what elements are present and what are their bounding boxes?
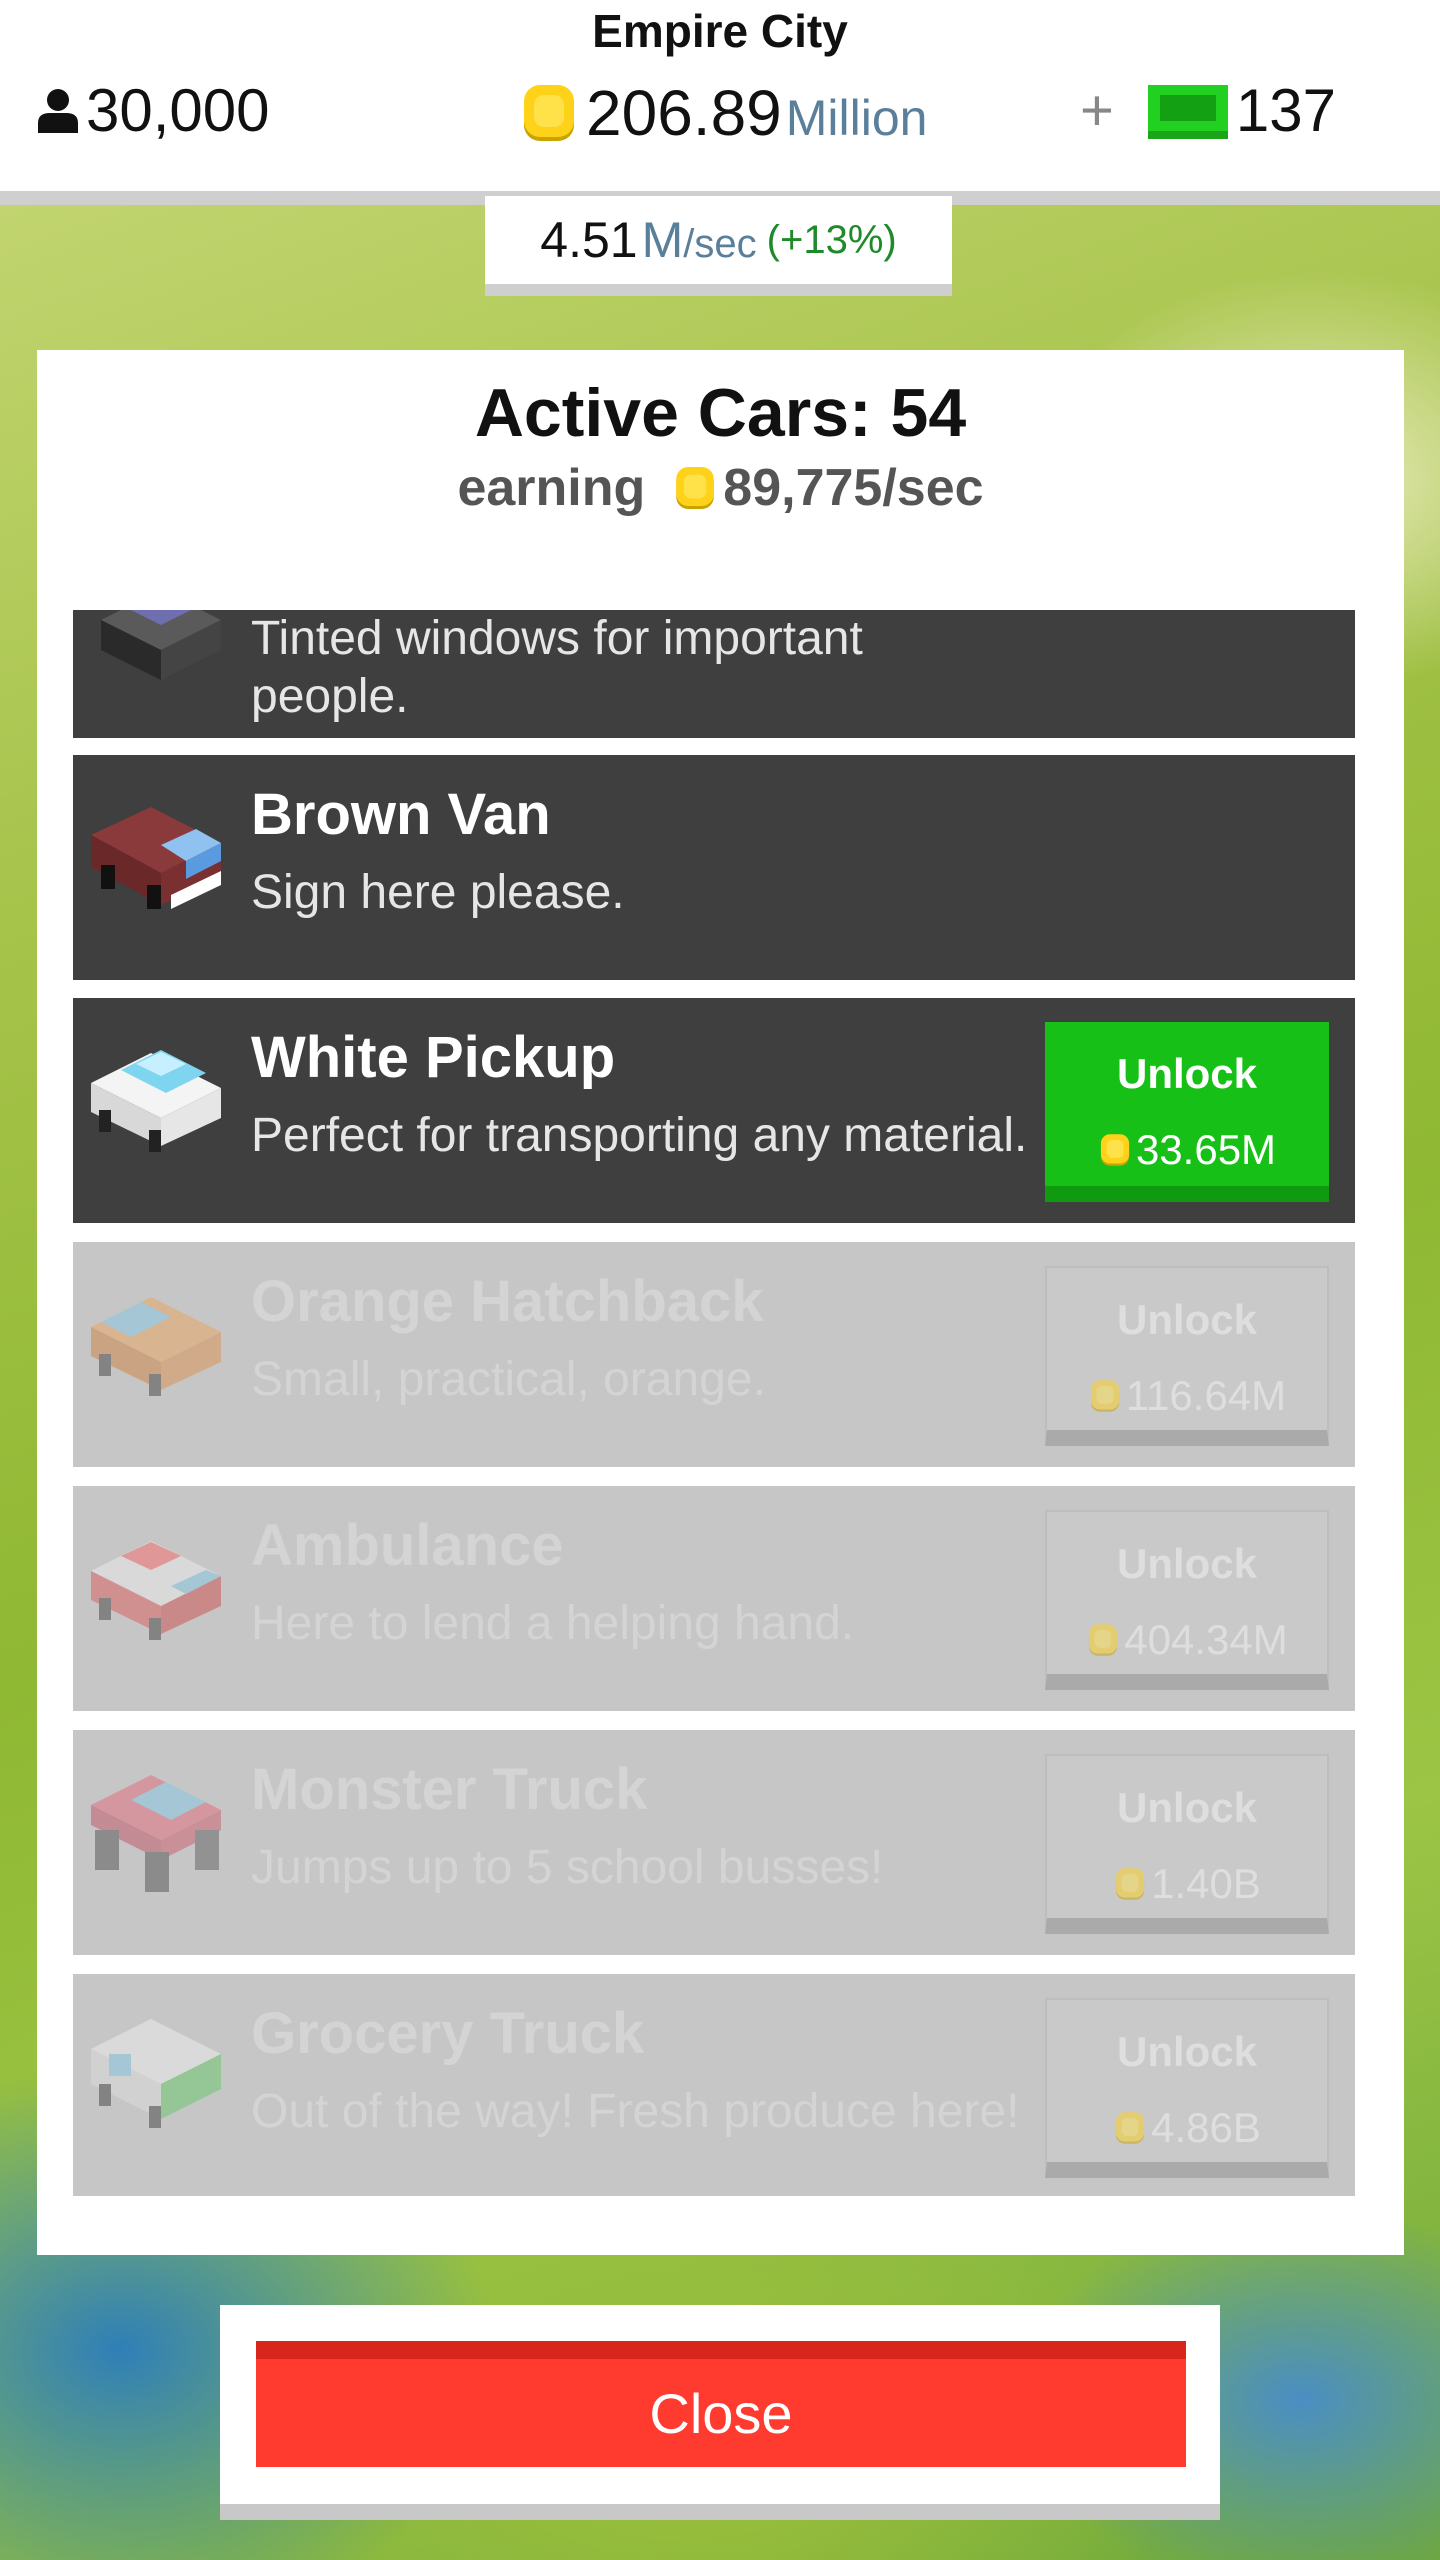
income-rate-unit: M/sec — [642, 211, 757, 269]
income-rate-unit-m: M — [641, 212, 684, 268]
coin-icon — [1088, 1378, 1122, 1414]
car-description-line1: Tinted windows for important — [251, 612, 863, 665]
car-name: Ambulance — [251, 1513, 564, 1578]
car-list[interactable]: Tinted windows for important people. Bro… — [73, 610, 1355, 2196]
car-description: Sign here please. — [251, 866, 625, 919]
car-name: White Pickup — [251, 1025, 616, 1090]
unlock-button-label: Unlock — [1116, 1540, 1258, 1587]
add-cash-button[interactable]: + — [1080, 77, 1114, 144]
car-name: Brown Van — [251, 782, 551, 847]
unlock-button-label: Unlock — [1116, 2028, 1258, 2075]
unlock-button-label: Unlock — [1116, 1784, 1258, 1831]
panel-title: Active Cars: 54 — [474, 375, 967, 451]
active-cars-panel: Active Cars: 54 earning 89,775/sec Tinte… — [37, 350, 1404, 2255]
car-row-grocery-truck[interactable]: Grocery Truck Out of the way! Fresh prod… — [73, 1974, 1355, 2196]
car-row-brown-van[interactable]: Brown Van Sign here please. — [73, 755, 1355, 980]
unlock-price: 1.40B — [1047, 1860, 1327, 1908]
income-rate: 4.51 M/sec (+13%) — [485, 196, 952, 296]
close-button-frame: Close — [220, 2305, 1220, 2520]
unlock-button[interactable]: Unlock 404.34M — [1045, 1510, 1329, 1690]
top-status-bar: Empire City 30,000 206.89 Million + 137 — [0, 0, 1440, 205]
car-row-orange-hatchback[interactable]: Orange Hatchback Small, practical, orang… — [73, 1242, 1355, 1467]
cash-icon — [1147, 84, 1228, 139]
coin-icon — [1113, 1866, 1147, 1902]
car-row-limo[interactable]: Tinted windows for important people. — [73, 610, 1355, 738]
money-value: 206.89 — [586, 77, 782, 149]
income-rate-value: 4.51 — [540, 212, 638, 268]
unlock-price: 116.64M — [1047, 1372, 1327, 1420]
coin-icon — [1098, 1132, 1132, 1168]
unlock-price-value: 116.64M — [1125, 1372, 1287, 1419]
earning-summary: earning 89,775/sec — [37, 458, 1404, 518]
cash-value: 137 — [1235, 77, 1336, 144]
monster-truck-icon — [91, 1775, 221, 1892]
unlock-button[interactable]: Unlock 4.86B — [1045, 1998, 1329, 2178]
unlock-price-value: 1.40B — [1151, 1860, 1261, 1907]
car-name: Orange Hatchback — [251, 1269, 764, 1334]
unlock-price: 33.65M — [1045, 1126, 1329, 1174]
unlock-button-label: Unlock — [1116, 1296, 1258, 1343]
limo-car-icon — [101, 610, 221, 680]
car-row-ambulance[interactable]: Ambulance Here to lend a helping hand. U… — [73, 1486, 1355, 1711]
unlock-price-value: 33.65M — [1135, 1126, 1277, 1173]
income-rate-bonus: (+13%) — [766, 217, 897, 262]
coin-icon — [524, 85, 574, 141]
car-description-line2: people. — [251, 670, 409, 723]
unlock-button[interactable]: Unlock 1.40B — [1045, 1754, 1329, 1934]
money-counter: 206.89 Million — [520, 76, 927, 150]
unlock-button[interactable]: Unlock 33.65M — [1045, 1022, 1329, 1202]
car-description: Jumps up to 5 school busses! — [251, 1841, 884, 1894]
car-row-white-pickup[interactable]: White Pickup Perfect for transporting an… — [73, 998, 1355, 1223]
car-description: Here to lend a helping hand. — [251, 1597, 855, 1650]
money-unit: Million — [785, 90, 928, 146]
car-description: Small, practical, orange. — [251, 1353, 766, 1406]
grocery-truck-icon — [91, 2019, 221, 2128]
car-name: Monster Truck — [251, 1757, 648, 1822]
unlock-price-value: 404.34M — [1124, 1616, 1288, 1663]
earning-label: earning — [457, 459, 646, 517]
cash-counter[interactable]: + 137 — [1080, 76, 1336, 145]
city-name: Empire City — [592, 5, 848, 57]
unlock-button-label: Unlock — [1116, 1050, 1258, 1097]
earning-value: 89,775/sec — [723, 459, 984, 517]
car-row-monster-truck[interactable]: Monster Truck Jumps up to 5 school busse… — [73, 1730, 1355, 1955]
coin-icon — [1086, 1622, 1120, 1658]
orange-hatchback-icon — [91, 1297, 221, 1396]
unlock-button[interactable]: Unlock 116.64M — [1045, 1266, 1329, 1446]
ambulance-icon — [91, 1541, 221, 1640]
car-description: Tinted windows for important people. — [251, 610, 863, 726]
car-name: Grocery Truck — [251, 2001, 645, 2066]
brown-van-icon — [91, 807, 221, 909]
coin-icon — [673, 464, 717, 512]
person-icon — [38, 88, 78, 133]
coin-icon — [1113, 2110, 1147, 2146]
unlock-price: 404.34M — [1047, 1616, 1327, 1664]
unlock-price: 4.86B — [1047, 2104, 1327, 2152]
white-pickup-icon — [91, 1050, 221, 1152]
car-description: Out of the way! Fresh produce here! — [251, 2085, 1020, 2138]
car-description: Perfect for transporting any material. — [251, 1109, 1028, 1162]
population-counter: 30,000 — [36, 76, 270, 145]
close-button[interactable]: Close — [256, 2341, 1186, 2467]
population-value: 30,000 — [86, 77, 270, 144]
unlock-price-value: 4.86B — [1151, 2104, 1261, 2151]
income-rate-unit-sec: /sec — [683, 222, 757, 266]
